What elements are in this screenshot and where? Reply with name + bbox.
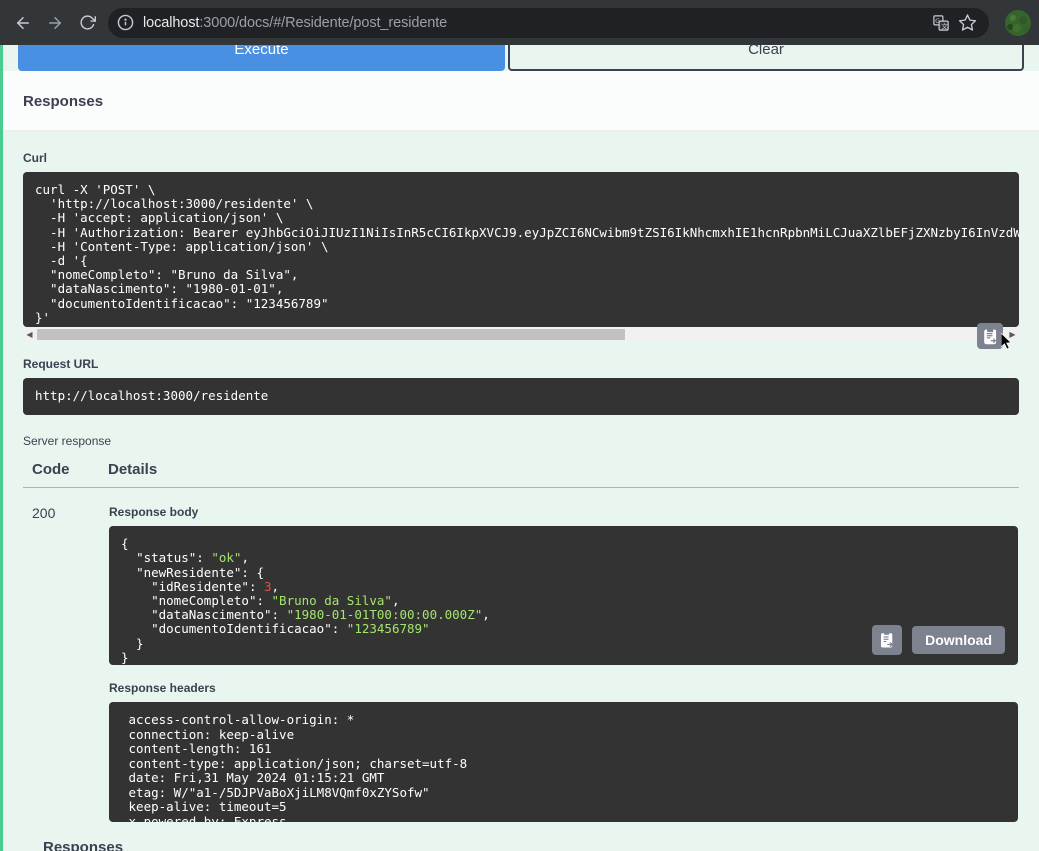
curl-line-6: -d '{ <box>35 252 88 268</box>
scroll-left-arrow[interactable]: ◀ <box>23 327 36 341</box>
response-headers-code: access-control-allow-origin: * connectio… <box>109 702 1018 823</box>
server-response-label: Server response <box>23 434 112 449</box>
address-bar-path: :3000/docs/#/Residente/post_residente <box>199 14 448 31</box>
copy-icon[interactable] <box>977 323 1003 349</box>
header-line-3: content-length: 161 <box>121 741 280 757</box>
curl-label: Curl <box>23 151 47 165</box>
curl-line-7: "nomeCompleto": "Bruno da Silva", <box>35 267 299 283</box>
arrow-right-icon <box>46 14 64 32</box>
server-response-table: Code Details 200 Response body { "status… <box>23 461 1019 823</box>
download-button[interactable]: Download <box>912 626 1005 655</box>
star-icon[interactable] <box>958 13 977 32</box>
body-val-documentoidentificacao: "123456789" <box>346 621 430 637</box>
address-bar-text: localhost:3000/docs/#/Residente/post_res… <box>143 15 447 31</box>
responses-footer: Responses <box>23 823 1019 851</box>
curl-block: curl -X 'POST' \ 'http://localhost:3000/… <box>23 172 1019 350</box>
body-key-idresidente: "idResidente" <box>151 578 249 594</box>
back-button[interactable] <box>8 8 38 38</box>
swagger-opblock-post-residente: Execute Clear Responses Curl curl -X 'PO… <box>0 45 1039 851</box>
responses-header: Responses <box>3 71 1039 131</box>
header-line-8: x-powered-by: Express <box>121 813 295 823</box>
curl-line-3: -H 'accept: application/json' \ <box>35 210 284 226</box>
response-body-actions: Download <box>872 625 1005 656</box>
table-row: 200 Response body { "status": "ok", "new… <box>23 488 1019 824</box>
responses-body: Curl curl -X 'POST' \ 'http://localhost:… <box>3 131 1039 851</box>
response-body-code[interactable]: { "status": "ok", "newResidente": { "idR… <box>109 526 1018 666</box>
translate-icon[interactable]: G文 <box>932 14 950 32</box>
header-line-2: connection: keep-alive <box>121 726 302 742</box>
response-headers-label: Response headers <box>109 681 216 696</box>
svg-text:G: G <box>935 17 940 25</box>
curl-line-5: -H 'Content-Type: application/json' \ <box>35 238 329 254</box>
table-header-row: Code Details <box>23 461 1019 489</box>
body-val-status: "ok" <box>211 550 242 566</box>
body-line-9: } <box>121 649 129 665</box>
body-key-documentoidentificacao: "documentoIdentificacao" <box>151 621 332 637</box>
status-code: 200 <box>32 505 56 522</box>
reload-button[interactable] <box>72 8 102 38</box>
address-bar-host: localhost <box>143 14 200 31</box>
body-val-nomecompleto: "Bruno da Silva" <box>271 592 392 608</box>
address-bar[interactable]: localhost:3000/docs/#/Residente/post_res… <box>108 7 989 38</box>
responses-title: Responses <box>23 93 104 110</box>
body-key-datanascimento: "dataNascimento" <box>151 607 272 623</box>
body-val-datanascimento: "1980-01-01T00:00:00.000Z" <box>286 607 483 623</box>
curl-code[interactable]: curl -X 'POST' \ 'http://localhost:3000/… <box>23 172 1019 327</box>
body-line-8: } <box>121 635 144 651</box>
header-line-7: keep-alive: timeout=5 <box>121 799 295 815</box>
curl-horizontal-scrollbar[interactable]: ◀ ▶ <box>23 327 1019 341</box>
curl-line-4: -H 'Authorization: Bearer eyJhbGciOiJIUz… <box>35 224 1019 240</box>
curl-line-2: 'http://localhost:3000/residente' \ <box>35 196 314 212</box>
site-info-icon[interactable] <box>117 14 134 31</box>
page-viewport: Execute Clear Responses Curl curl -X 'PO… <box>0 45 1039 851</box>
scroll-thumb[interactable] <box>37 328 625 340</box>
header-line-5: date: Fri,31 May 2024 01:15:21 GMT <box>121 770 392 786</box>
reload-icon <box>79 14 96 31</box>
clear-button[interactable]: Clear <box>508 45 1024 71</box>
arrow-left-icon <box>14 14 32 32</box>
responses-footer-title: Responses <box>43 839 124 851</box>
execute-button[interactable]: Execute <box>18 45 505 71</box>
curl-line-8: "dataNascimento": "1980-01-01", <box>35 281 284 297</box>
responses-section: Responses Curl curl -X 'POST' \ 'http://… <box>3 71 1039 851</box>
header-line-4: content-type: application/json; charset=… <box>121 755 475 771</box>
body-key-newresidente: "newResidente" <box>136 564 242 580</box>
profile-avatar[interactable] <box>1005 9 1031 36</box>
curl-line-9: "documentoIdentificacao": "123456789" <box>35 295 329 311</box>
body-line-1: { <box>121 536 129 552</box>
svg-text:文: 文 <box>941 21 948 30</box>
response-details: Response body { "status": "ok", "newResi… <box>108 488 1019 824</box>
request-url-value: http://localhost:3000/residente <box>23 378 1019 416</box>
response-body-label: Response body <box>109 505 199 520</box>
body-key-status: "status" <box>136 550 197 566</box>
copy-icon[interactable] <box>872 625 903 656</box>
mouse-cursor-icon <box>1000 332 1013 355</box>
column-header-code: Code <box>23 461 108 489</box>
request-url-label: Request URL <box>23 357 99 371</box>
forward-button[interactable] <box>40 8 70 38</box>
curl-line-10: }' <box>35 309 51 325</box>
header-line-6: etag: W/"a1-/5DJPVaBoXjiLM8VQmf0xZYSofw" <box>121 784 438 800</box>
execute-clear-row: Execute Clear <box>3 45 1039 71</box>
column-header-details: Details <box>108 461 1019 489</box>
omnibox-actions: G文 <box>932 13 979 32</box>
curl-line-1: curl -X 'POST' \ <box>35 182 156 197</box>
header-line-1: access-control-allow-origin: * <box>121 712 362 728</box>
browser-toolbar: localhost:3000/docs/#/Residente/post_res… <box>0 0 1039 45</box>
body-key-nomecompleto: "nomeCompleto" <box>151 592 257 608</box>
body-val-idresidente: 3 <box>264 578 272 594</box>
